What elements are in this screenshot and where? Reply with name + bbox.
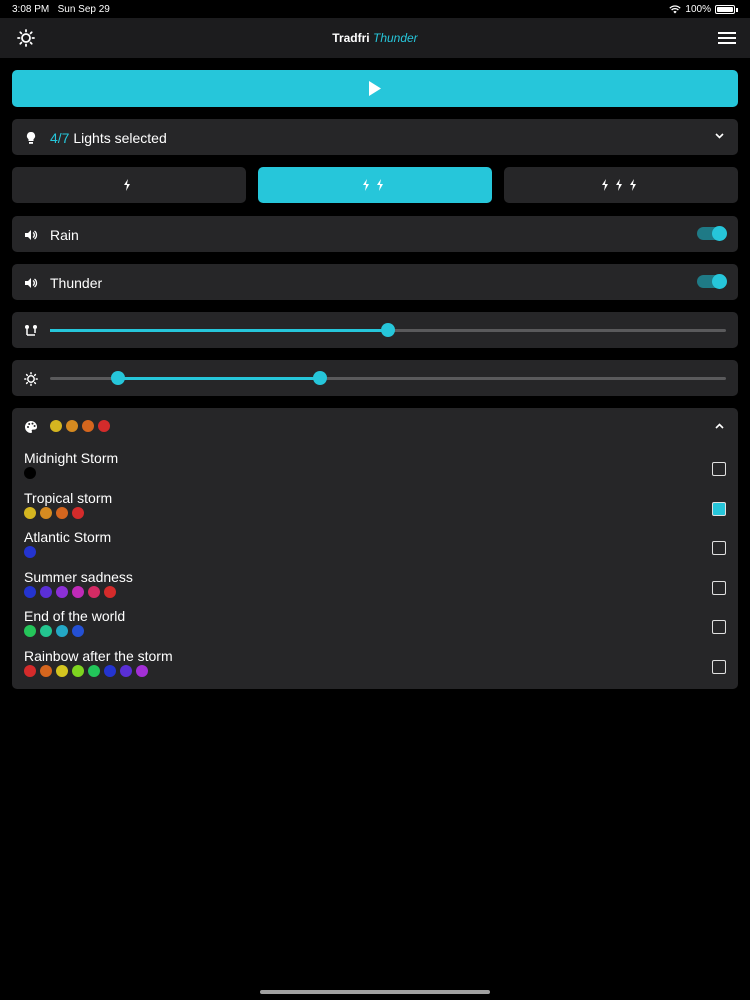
color-dot [24,546,36,558]
color-dot [72,506,84,519]
palette-name: Midnight Storm [24,450,119,466]
play-icon [369,81,381,96]
rain-row: Rain [12,216,738,252]
palette-checkbox[interactable] [712,580,726,595]
color-dot [72,625,84,637]
color-dot [24,506,36,519]
bolt-icon [616,179,622,191]
color-dot [40,585,52,598]
selected-palette-preview [50,420,110,432]
color-dot [56,506,68,519]
rain-label: Rain [50,227,79,243]
rain-toggle[interactable] [697,226,727,241]
palette-checkbox[interactable] [712,462,726,476]
brightness-low-thumb[interactable] [110,371,125,385]
lights-label: 4/7 Lights selected [50,130,167,146]
palette-checkbox[interactable] [712,659,726,674]
intensity-option-1[interactable] [12,167,246,203]
brightness-row [12,360,738,396]
color-dot [56,585,68,598]
palette-icon [25,421,38,433]
battery-percent: 100% [685,4,711,15]
speaker-icon [25,278,38,288]
play-button[interactable] [12,70,738,107]
status-bar: 3:08 PM Sun Sep 29 100% [0,0,750,18]
menu-icon[interactable] [718,30,736,46]
color-dot [72,664,84,677]
palette-colors [24,625,84,637]
color-dot [88,585,100,598]
palette-colors [24,585,116,598]
intensity-option-2[interactable] [258,167,492,203]
palette-item[interactable]: Tropical storm [12,486,738,526]
color-dot [72,585,84,598]
palette-panel: Midnight Storm Tropical storm Atlantic Sto… [12,408,738,689]
palette-name: Tropical storm [24,489,113,506]
palette-colors [24,467,36,479]
intensity-option-3[interactable] [504,167,738,203]
palette-item[interactable]: End of the world [12,604,738,644]
color-dot [136,664,148,677]
speaker-icon [25,230,38,240]
palette-colors [24,664,148,677]
battery-icon [715,5,735,14]
palette-name: End of the world [24,608,126,624]
home-indicator [260,990,490,994]
bolt-icon [124,179,130,191]
color-dot [40,664,52,677]
color-dot [120,664,132,677]
bolt-icon [630,179,636,191]
palette-name: Summer sadness [24,568,133,585]
palette-name: Atlantic Storm [24,529,112,545]
palette-item[interactable]: Atlantic Storm [12,525,738,565]
palette-name: Rainbow after the storm [24,647,173,664]
color-dot [88,664,100,677]
palette-item[interactable]: Rainbow after the storm [12,644,738,684]
frequency-slider-thumb[interactable] [381,323,395,337]
color-dot [40,625,52,637]
bulb-icon [26,131,36,144]
frequency-slider[interactable] [50,323,726,337]
color-dot [82,420,94,432]
color-dot [56,664,68,677]
sun-icon [24,372,38,386]
palette-list: Midnight Storm Tropical storm Atlantic Sto… [12,446,738,683]
frequency-row [12,312,738,348]
thunder-row: Thunder [12,264,738,300]
color-dot [98,420,110,432]
palette-checkbox[interactable] [712,501,726,516]
color-dot [24,625,36,637]
nav-bar: Tradfri Thunder [0,18,750,58]
color-dot [104,664,116,677]
palette-colors [24,506,84,519]
wifi-icon [669,5,682,14]
color-dot [24,664,36,677]
thunder-toggle[interactable] [697,274,727,289]
color-dot [66,420,78,432]
palette-item[interactable]: Summer sadness [12,565,738,605]
color-dot [40,506,52,519]
color-dot [104,585,116,598]
palette-checkbox[interactable] [712,620,726,634]
bolt-icon [363,179,369,191]
lights-selector[interactable]: 4/7 Lights selected [12,119,738,155]
bolt-icon [377,179,383,191]
chevron-down-icon [715,133,724,139]
timeline-icon [25,325,37,336]
color-dot [56,625,68,637]
palette-checkbox[interactable] [712,541,726,555]
app-title: Tradfri Thunder [332,31,418,45]
color-dot [50,420,62,432]
bolt-icon [602,179,608,191]
color-dot [24,585,36,598]
brightness-high-thumb[interactable] [313,371,328,385]
palette-item[interactable]: Midnight Storm [12,446,738,486]
thunder-label: Thunder [50,275,103,291]
status-time: 3:08 PM Sun Sep 29 [12,4,110,15]
brightness-range-slider[interactable] [50,371,726,385]
chevron-up-icon[interactable] [715,423,724,429]
color-dot [24,467,36,479]
palette-colors [24,546,36,558]
